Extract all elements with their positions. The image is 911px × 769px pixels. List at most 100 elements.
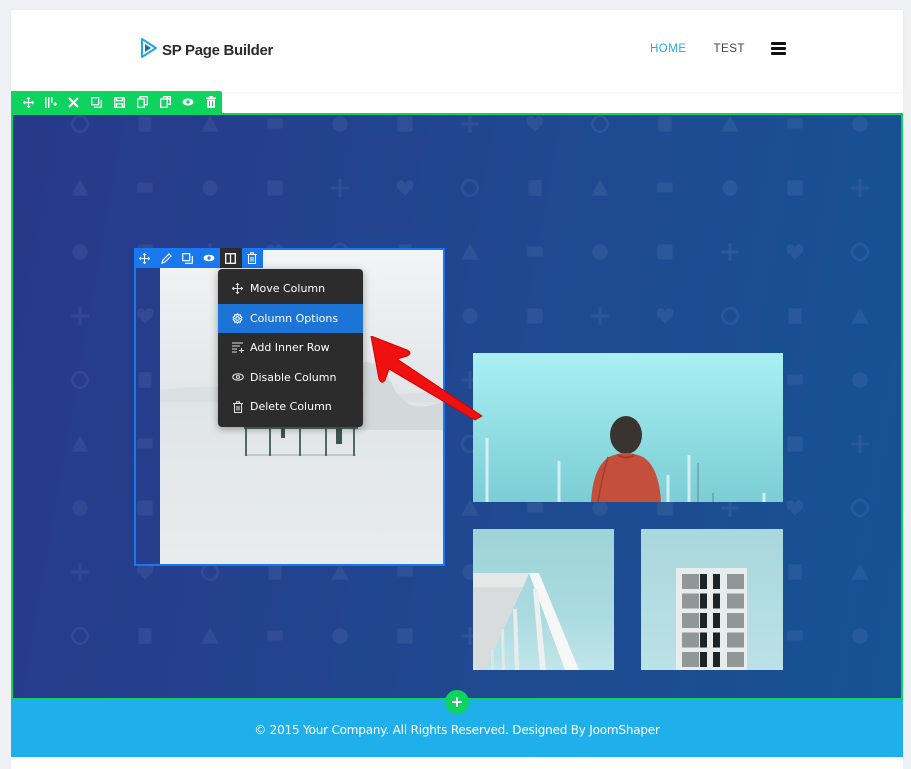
pattern-glyph-icon: [71, 435, 89, 452]
pattern-glyph-icon: [787, 436, 803, 452]
pattern-glyph-icon: [397, 628, 413, 644]
image-white-building: [473, 529, 614, 670]
pattern-glyph-icon: [138, 628, 152, 644]
trash-icon[interactable]: [199, 91, 222, 113]
pattern-glyph-icon: [201, 627, 219, 644]
trash-icon: [231, 400, 244, 413]
save-icon[interactable]: [108, 91, 131, 113]
pattern-glyph-icon: [787, 630, 803, 644]
visibility-eye-icon[interactable]: [176, 91, 199, 113]
pattern-glyph-icon: [851, 563, 869, 580]
pattern-glyph-icon: [787, 180, 803, 196]
menu-item-label: Move Column: [250, 282, 326, 296]
settings-tools-icon[interactable]: [63, 91, 86, 113]
pattern-glyph-icon: [462, 308, 478, 324]
pattern-glyph-icon: [137, 182, 153, 196]
add-row-icon: [231, 341, 244, 354]
pattern-glyph-icon: [71, 563, 89, 581]
section-toolbar: [11, 91, 222, 113]
menu-item-delete-column[interactable]: Delete Column: [218, 392, 363, 422]
pattern-glyph-icon: [591, 179, 609, 196]
column-layout-icon[interactable]: [220, 248, 242, 268]
gear-icon: [231, 312, 244, 325]
pattern-glyph-icon: [656, 308, 674, 324]
pattern-glyph-icon: [788, 308, 802, 324]
pattern-glyph-icon: [852, 628, 868, 644]
pattern-glyph-icon: [657, 244, 673, 260]
pattern-glyph-icon: [592, 244, 608, 260]
menu-item-column-options[interactable]: Column Options: [218, 303, 363, 333]
image-man-red-jacket: [473, 353, 783, 502]
logo-text: SP Page Builder: [162, 41, 274, 59]
pattern-glyph-icon: [332, 628, 348, 644]
nav-test[interactable]: TEST: [714, 43, 745, 55]
page: SP Page Builder HOME TEST Move Column Co…: [11, 10, 903, 769]
pattern-glyph-icon: [70, 370, 90, 390]
pattern-glyph-icon: [267, 180, 283, 196]
move-icon[interactable]: [134, 248, 156, 268]
add-row-button[interactable]: [445, 690, 469, 714]
pattern-glyph-icon: [851, 179, 869, 197]
pattern-glyph-icon: [658, 116, 672, 132]
pattern-glyph-icon: [460, 178, 480, 198]
pattern-glyph-icon: [332, 116, 348, 132]
menu-item-label: Column Options: [250, 311, 339, 325]
hamburger-icon[interactable]: [770, 42, 786, 55]
trash-icon[interactable]: [242, 248, 264, 268]
copy-icon[interactable]: [131, 91, 154, 113]
pattern-glyph-icon: [267, 118, 283, 132]
menu-item-disable-column[interactable]: Disable Column: [218, 363, 363, 393]
pattern-glyph-icon: [590, 115, 610, 134]
visibility-eye-icon[interactable]: [199, 248, 221, 268]
annotation-arrow: [369, 335, 489, 425]
nav-home[interactable]: HOME: [650, 43, 687, 55]
pattern-glyph-icon: [852, 372, 868, 388]
pattern-glyph-icon: [721, 115, 739, 132]
pattern-glyph-icon: [331, 179, 349, 197]
pattern-glyph-icon: [397, 116, 413, 132]
pattern-glyph-icon: [657, 182, 673, 196]
pattern-glyph-icon: [202, 180, 218, 196]
menu-item-label: Delete Column: [250, 400, 332, 414]
pattern-glyph-icon: [461, 115, 479, 133]
pattern-glyph-icon: [850, 498, 870, 518]
pattern-glyph-icon: [788, 564, 802, 580]
move-icon: [231, 282, 244, 295]
pattern-glyph-icon: [721, 243, 739, 261]
pattern-glyph-icon: [850, 242, 870, 262]
pattern-glyph-icon: [71, 307, 89, 325]
columns-add-icon[interactable]: [40, 91, 63, 113]
pattern-glyph-icon: [201, 115, 219, 132]
eye-icon: [231, 371, 244, 384]
pattern-glyph-icon: [527, 246, 543, 260]
column-context-menu: Move Column Column Options Add Inner Row…: [218, 269, 363, 427]
pattern-glyph-icon: [786, 244, 804, 260]
pattern-glyph-icon: [71, 179, 89, 196]
menu-item-label: Add Inner Row: [250, 341, 330, 355]
edit-pencil-icon[interactable]: [156, 248, 178, 268]
site-header: SP Page Builder HOME TEST: [11, 10, 903, 92]
duplicate-icon[interactable]: [177, 248, 199, 268]
menu-item-move-column[interactable]: Move Column: [218, 274, 363, 304]
pattern-glyph-icon: [786, 500, 804, 516]
logo[interactable]: SP Page Builder: [140, 38, 273, 62]
footer-copyright: © 2015 Your Company. All Rights Reserved…: [254, 722, 660, 737]
pattern-glyph-icon: [851, 307, 869, 324]
pattern-glyph-icon: [852, 116, 868, 132]
pattern-glyph-icon: [787, 374, 803, 388]
paste-icon[interactable]: [154, 91, 177, 113]
menu-item-label: Disable Column: [250, 370, 337, 384]
pattern-glyph-icon: [138, 116, 152, 132]
play-logo-icon: [140, 38, 158, 62]
pattern-glyph-icon: [396, 180, 414, 196]
pattern-glyph-icon: [787, 118, 803, 132]
pattern-glyph-icon: [526, 116, 544, 132]
pattern-glyph-icon: [70, 115, 90, 134]
pattern-glyph-icon: [72, 244, 88, 260]
move-icon[interactable]: [17, 91, 40, 113]
duplicate-icon[interactable]: [85, 91, 108, 113]
pattern-glyph-icon: [72, 500, 88, 516]
column-toolbar: [134, 248, 263, 268]
pattern-glyph-icon: [720, 306, 740, 326]
menu-item-add-inner-row[interactable]: Add Inner Row: [218, 333, 363, 363]
